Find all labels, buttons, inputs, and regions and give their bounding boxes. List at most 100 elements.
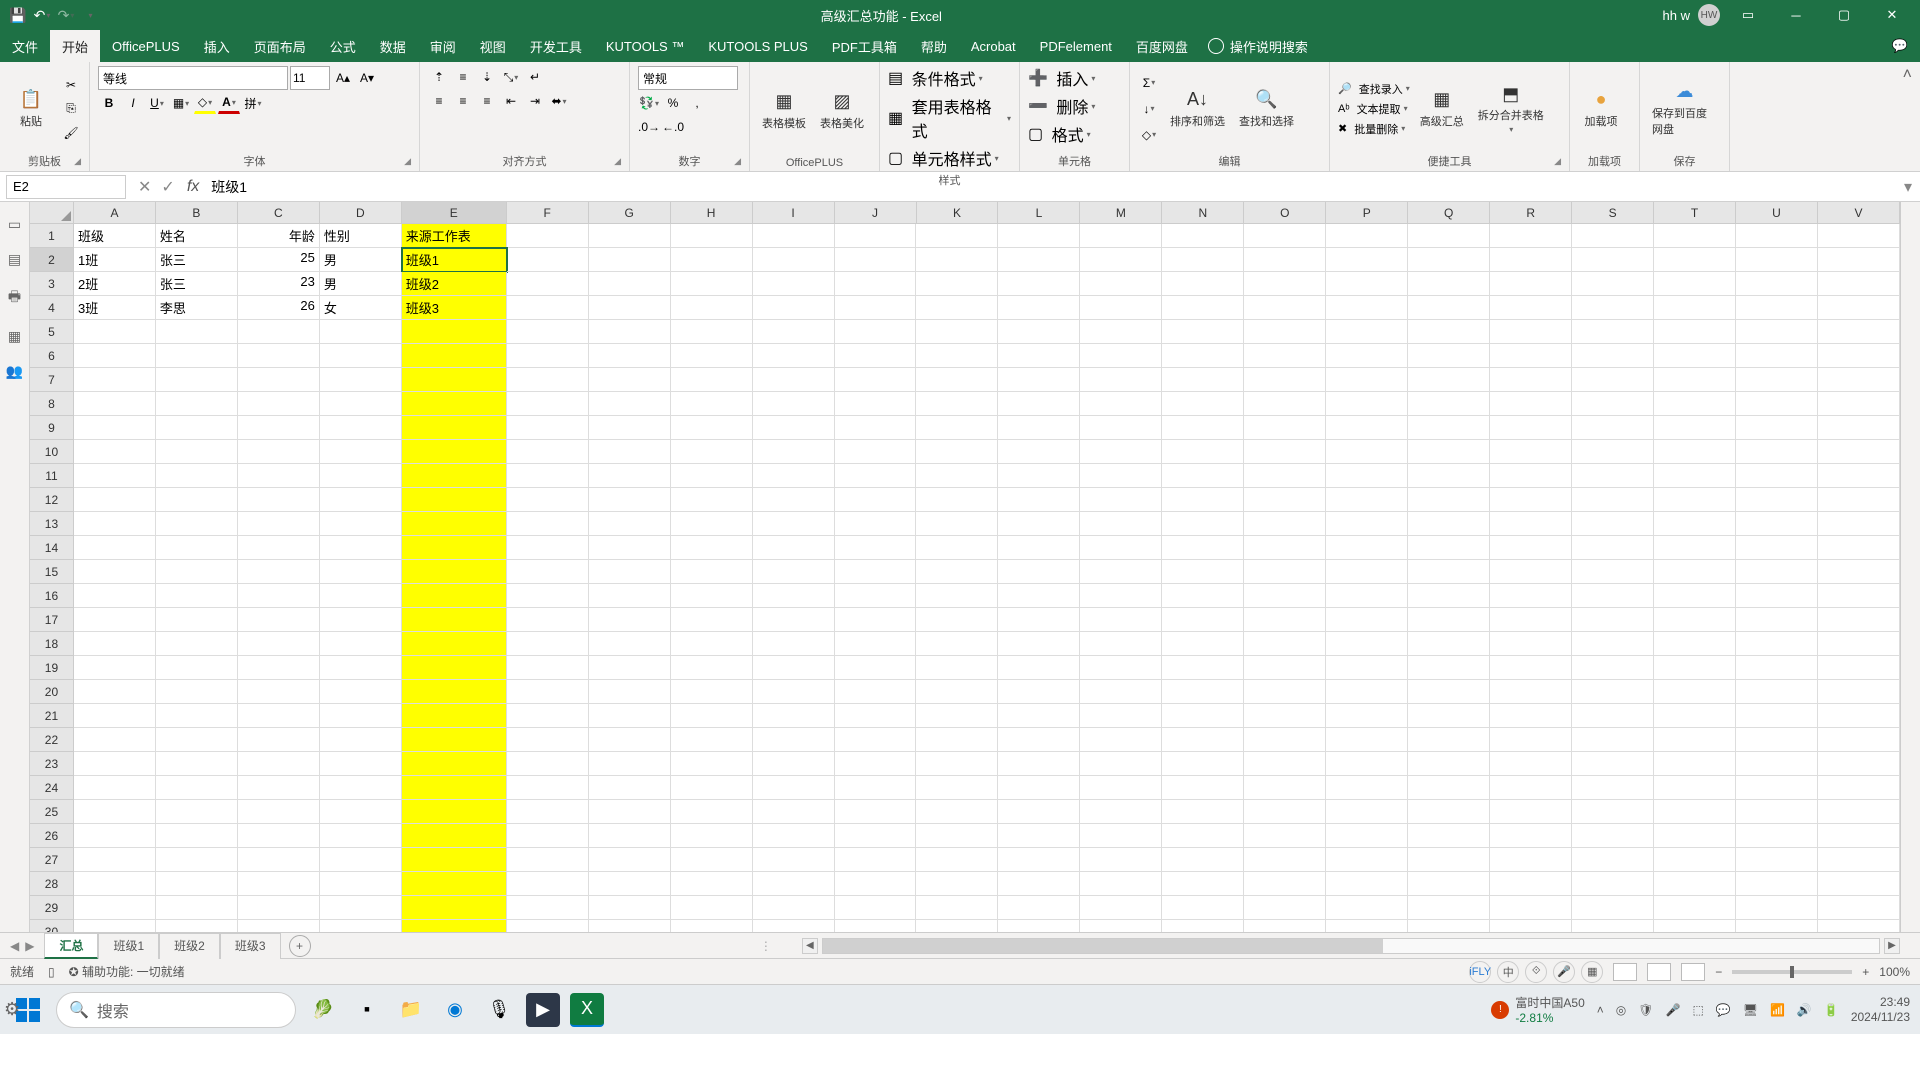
cell[interactable] bbox=[1162, 824, 1244, 848]
cell[interactable] bbox=[402, 800, 507, 824]
cell[interactable] bbox=[1572, 584, 1654, 608]
cell[interactable] bbox=[320, 464, 402, 488]
ifly-icon[interactable]: iFLY bbox=[1469, 961, 1491, 983]
cell[interactable] bbox=[1736, 656, 1818, 680]
cell[interactable] bbox=[998, 656, 1080, 680]
maximize-button[interactable]: ▢ bbox=[1824, 0, 1864, 30]
conditional-format-button[interactable]: ▤ 条件格式▾ bbox=[888, 66, 983, 90]
cell[interactable] bbox=[1326, 680, 1408, 704]
cell[interactable] bbox=[156, 416, 238, 440]
cell[interactable] bbox=[156, 872, 238, 896]
menu-KUTOOLS ™[interactable]: KUTOOLS ™ bbox=[594, 30, 697, 62]
cell[interactable] bbox=[74, 584, 156, 608]
cell[interactable] bbox=[589, 440, 671, 464]
cell[interactable] bbox=[1818, 296, 1900, 320]
cell[interactable]: 26 bbox=[238, 296, 320, 320]
percent-icon[interactable]: % bbox=[662, 92, 684, 114]
ime-icon[interactable]: 中 bbox=[1497, 961, 1519, 983]
cell[interactable] bbox=[753, 800, 835, 824]
cell[interactable] bbox=[320, 584, 402, 608]
menu-Acrobat[interactable]: Acrobat bbox=[959, 30, 1028, 62]
cell[interactable] bbox=[1080, 608, 1162, 632]
cell[interactable] bbox=[835, 632, 917, 656]
align-left-icon[interactable]: ≡ bbox=[428, 90, 450, 112]
dialog-launcher-icon[interactable]: ◢ bbox=[734, 156, 741, 167]
cell[interactable] bbox=[1326, 872, 1408, 896]
cell[interactable] bbox=[916, 728, 998, 752]
cell[interactable] bbox=[1080, 824, 1162, 848]
cell[interactable] bbox=[74, 464, 156, 488]
cell[interactable] bbox=[835, 248, 917, 272]
cell[interactable] bbox=[1326, 800, 1408, 824]
cell[interactable] bbox=[402, 464, 507, 488]
col-header-V[interactable]: V bbox=[1818, 202, 1900, 223]
cell[interactable] bbox=[1736, 536, 1818, 560]
cell[interactable] bbox=[835, 440, 917, 464]
cell[interactable] bbox=[1490, 776, 1572, 800]
cell[interactable] bbox=[1326, 368, 1408, 392]
cell[interactable] bbox=[998, 224, 1080, 248]
increase-font-icon[interactable]: A▴ bbox=[332, 67, 354, 89]
cell[interactable] bbox=[238, 416, 320, 440]
cell[interactable] bbox=[320, 920, 402, 932]
cell[interactable] bbox=[507, 560, 589, 584]
cell[interactable] bbox=[589, 704, 671, 728]
cell[interactable] bbox=[1654, 392, 1736, 416]
cell[interactable] bbox=[916, 656, 998, 680]
cell[interactable] bbox=[320, 368, 402, 392]
cell[interactable] bbox=[916, 848, 998, 872]
cell[interactable] bbox=[1408, 680, 1490, 704]
cell[interactable] bbox=[238, 728, 320, 752]
select-all-corner[interactable] bbox=[30, 202, 74, 223]
cell[interactable] bbox=[1654, 896, 1736, 920]
cell[interactable] bbox=[753, 272, 835, 296]
cell[interactable] bbox=[1654, 728, 1736, 752]
cell[interactable] bbox=[1244, 584, 1326, 608]
cell[interactable] bbox=[916, 920, 998, 932]
cell[interactable] bbox=[916, 560, 998, 584]
cell[interactable] bbox=[1736, 680, 1818, 704]
cell[interactable] bbox=[156, 800, 238, 824]
cell[interactable] bbox=[402, 848, 507, 872]
cell[interactable] bbox=[589, 752, 671, 776]
cell[interactable] bbox=[507, 608, 589, 632]
cell[interactable] bbox=[1080, 560, 1162, 584]
row-header[interactable]: 18 bbox=[30, 632, 74, 656]
paste-button[interactable]: 📋 粘贴 bbox=[8, 87, 54, 131]
cell[interactable] bbox=[507, 224, 589, 248]
cell[interactable]: 李思 bbox=[156, 296, 238, 320]
name-box[interactable] bbox=[6, 175, 126, 199]
cell[interactable] bbox=[589, 224, 671, 248]
cell[interactable] bbox=[507, 296, 589, 320]
cell[interactable] bbox=[1162, 728, 1244, 752]
cell[interactable] bbox=[156, 536, 238, 560]
cell[interactable] bbox=[671, 800, 753, 824]
zoom-slider[interactable] bbox=[1732, 970, 1852, 974]
cell[interactable] bbox=[1818, 272, 1900, 296]
cell[interactable] bbox=[507, 488, 589, 512]
cell[interactable] bbox=[156, 344, 238, 368]
cell[interactable] bbox=[1244, 392, 1326, 416]
cell[interactable] bbox=[238, 608, 320, 632]
cell[interactable] bbox=[835, 272, 917, 296]
cell[interactable] bbox=[835, 920, 917, 932]
cell[interactable] bbox=[1654, 488, 1736, 512]
cell[interactable] bbox=[156, 608, 238, 632]
cell[interactable] bbox=[916, 464, 998, 488]
cell[interactable] bbox=[753, 248, 835, 272]
cell[interactable] bbox=[402, 560, 507, 584]
cell[interactable] bbox=[320, 608, 402, 632]
cell[interactable] bbox=[753, 224, 835, 248]
cell[interactable] bbox=[998, 800, 1080, 824]
task-excel[interactable]: X bbox=[570, 993, 604, 1027]
cell[interactable] bbox=[1408, 704, 1490, 728]
cell[interactable] bbox=[1818, 872, 1900, 896]
cell[interactable] bbox=[1572, 752, 1654, 776]
close-button[interactable]: ✕ bbox=[1872, 0, 1912, 30]
cell[interactable] bbox=[916, 272, 998, 296]
cell[interactable] bbox=[507, 368, 589, 392]
cell[interactable] bbox=[1080, 368, 1162, 392]
row-header[interactable]: 20 bbox=[30, 680, 74, 704]
cell[interactable] bbox=[238, 872, 320, 896]
cell[interactable] bbox=[1326, 728, 1408, 752]
